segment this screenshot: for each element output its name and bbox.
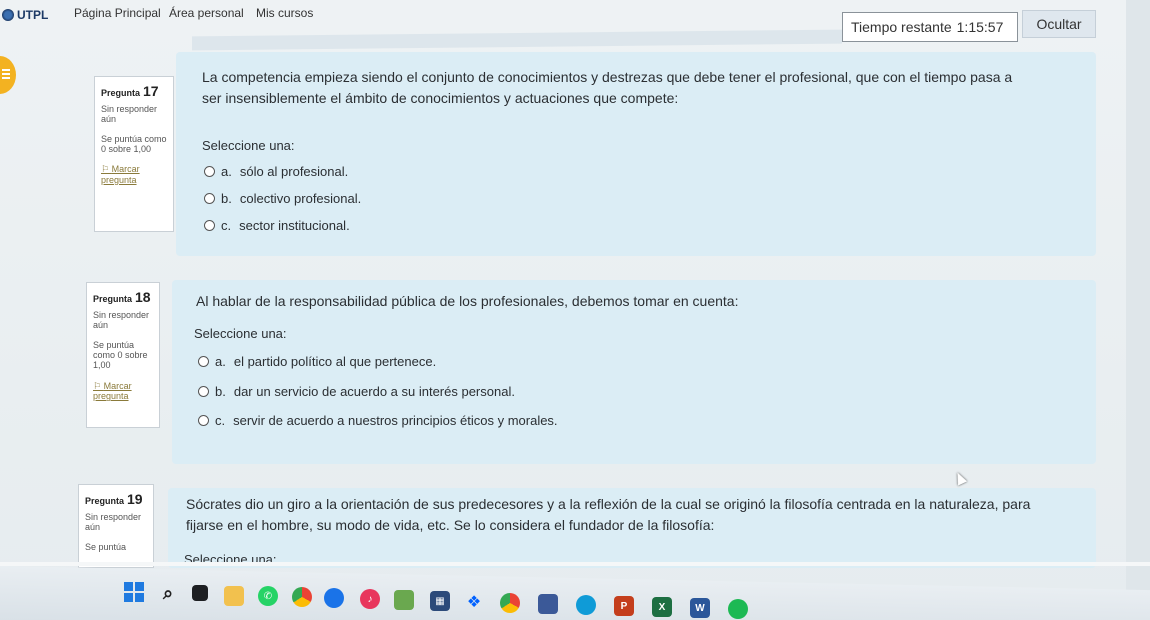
question-grade: Se puntúa como 0 sobre 1,00: [101, 133, 167, 155]
radio-button[interactable]: [204, 193, 215, 204]
answer-option-18c[interactable]: c. servir de acuerdo a nuestros principio…: [198, 413, 558, 428]
excel-icon[interactable]: X: [652, 597, 672, 617]
radio-button[interactable]: [204, 220, 215, 231]
flag-icon: ⚐: [101, 164, 112, 175]
music-icon[interactable]: ♪: [360, 589, 380, 609]
page-right-edge: [1126, 0, 1150, 620]
question-state: Sin responder aún: [93, 310, 150, 331]
radio-button[interactable]: [198, 386, 209, 397]
question-text-18: Al hablar de la responsabilidad pública …: [196, 293, 739, 309]
chrome-color-icon[interactable]: [292, 587, 312, 607]
taskbar-top-edge: [0, 562, 1150, 566]
file-explorer-icon[interactable]: [224, 586, 244, 606]
question-grade: Se puntúa como 0 sobre 1,00: [93, 339, 148, 371]
dropbox-icon[interactable]: ❖: [464, 592, 484, 612]
question-text-19: Sócrates dio un giro a la orientación de…: [186, 496, 1031, 533]
question-info-19: Pregunta 19 Sin responder aún Se puntúa: [78, 484, 154, 568]
windows-start-icon[interactable]: [124, 582, 144, 602]
flag-question-link[interactable]: ⚐ Marcar pregunta: [93, 381, 153, 402]
select-one-prompt: Seleccione una:: [202, 138, 295, 153]
calculator-icon[interactable]: ▦: [430, 591, 450, 611]
question-info-18: Pregunta 18 Sin responder aún Se puntúa c…: [86, 282, 160, 428]
question-info-17: Pregunta 17 Sin responder aún Se puntúa c…: [94, 76, 174, 232]
flag-icon: ⚐: [93, 380, 104, 391]
question-state: Sin responder aún: [101, 104, 158, 125]
time-remaining-label: Tiempo restante: [851, 19, 952, 35]
answer-option-17b[interactable]: b. colectivo profesional.: [204, 191, 361, 206]
time-remaining-value: 1:15:57: [956, 19, 1004, 35]
radio-button[interactable]: [198, 356, 209, 367]
question-number: Pregunta 19: [85, 491, 143, 507]
nav-link-my-courses[interactable]: Mis cursos: [256, 6, 313, 20]
minecraft-icon[interactable]: [394, 590, 414, 610]
word-icon[interactable]: W: [690, 598, 710, 618]
site-logo[interactable]: UTPL: [2, 8, 48, 22]
question-state: Sin responder aún: [85, 512, 142, 533]
task-view-icon[interactable]: [192, 585, 208, 601]
answer-option-18b[interactable]: b. dar un servicio de acuerdo a su interé…: [198, 384, 515, 399]
spotify-icon[interactable]: [728, 599, 748, 619]
question-number: Pregunta 18: [93, 289, 151, 305]
question-number: Pregunta 17: [101, 83, 159, 99]
edge-icon[interactable]: [324, 588, 344, 608]
search-icon[interactable]: ⌕: [158, 583, 178, 603]
mouse-cursor-icon: [952, 470, 968, 486]
select-one-prompt: Seleccione una:: [194, 326, 287, 341]
powerpoint-icon[interactable]: P: [614, 596, 634, 616]
whatsapp-icon[interactable]: ✆: [258, 586, 278, 606]
question-text-17: La competencia empieza siendo el conjunt…: [202, 69, 1013, 106]
logo-icon: [2, 9, 14, 21]
nav-link-personal-area[interactable]: Área personal: [169, 6, 244, 20]
hide-timer-button[interactable]: Ocultar: [1022, 10, 1096, 38]
flag-question-link[interactable]: ⚐ Marcar pregunta: [101, 164, 167, 185]
nav-link-home[interactable]: Página Principal: [74, 6, 161, 20]
chrome-icon[interactable]: [500, 593, 520, 613]
time-remaining-box: Tiempo restante 1:15:57: [842, 12, 1018, 42]
photos-icon[interactable]: [538, 594, 558, 614]
header-divider-bar: [192, 29, 842, 51]
answer-option-17a[interactable]: a. sólo al profesional.: [204, 164, 348, 179]
radio-button[interactable]: [204, 166, 215, 177]
edge-blue-icon[interactable]: [576, 595, 596, 615]
answer-option-17c[interactable]: c. sector institucional.: [204, 218, 350, 233]
side-menu-icon[interactable]: [0, 56, 16, 94]
question-grade: Se puntúa: [85, 541, 127, 552]
logo-text: UTPL: [17, 8, 49, 22]
radio-button[interactable]: [198, 415, 209, 426]
answer-option-18a[interactable]: a. el partido político al que pertenece.: [198, 354, 436, 369]
